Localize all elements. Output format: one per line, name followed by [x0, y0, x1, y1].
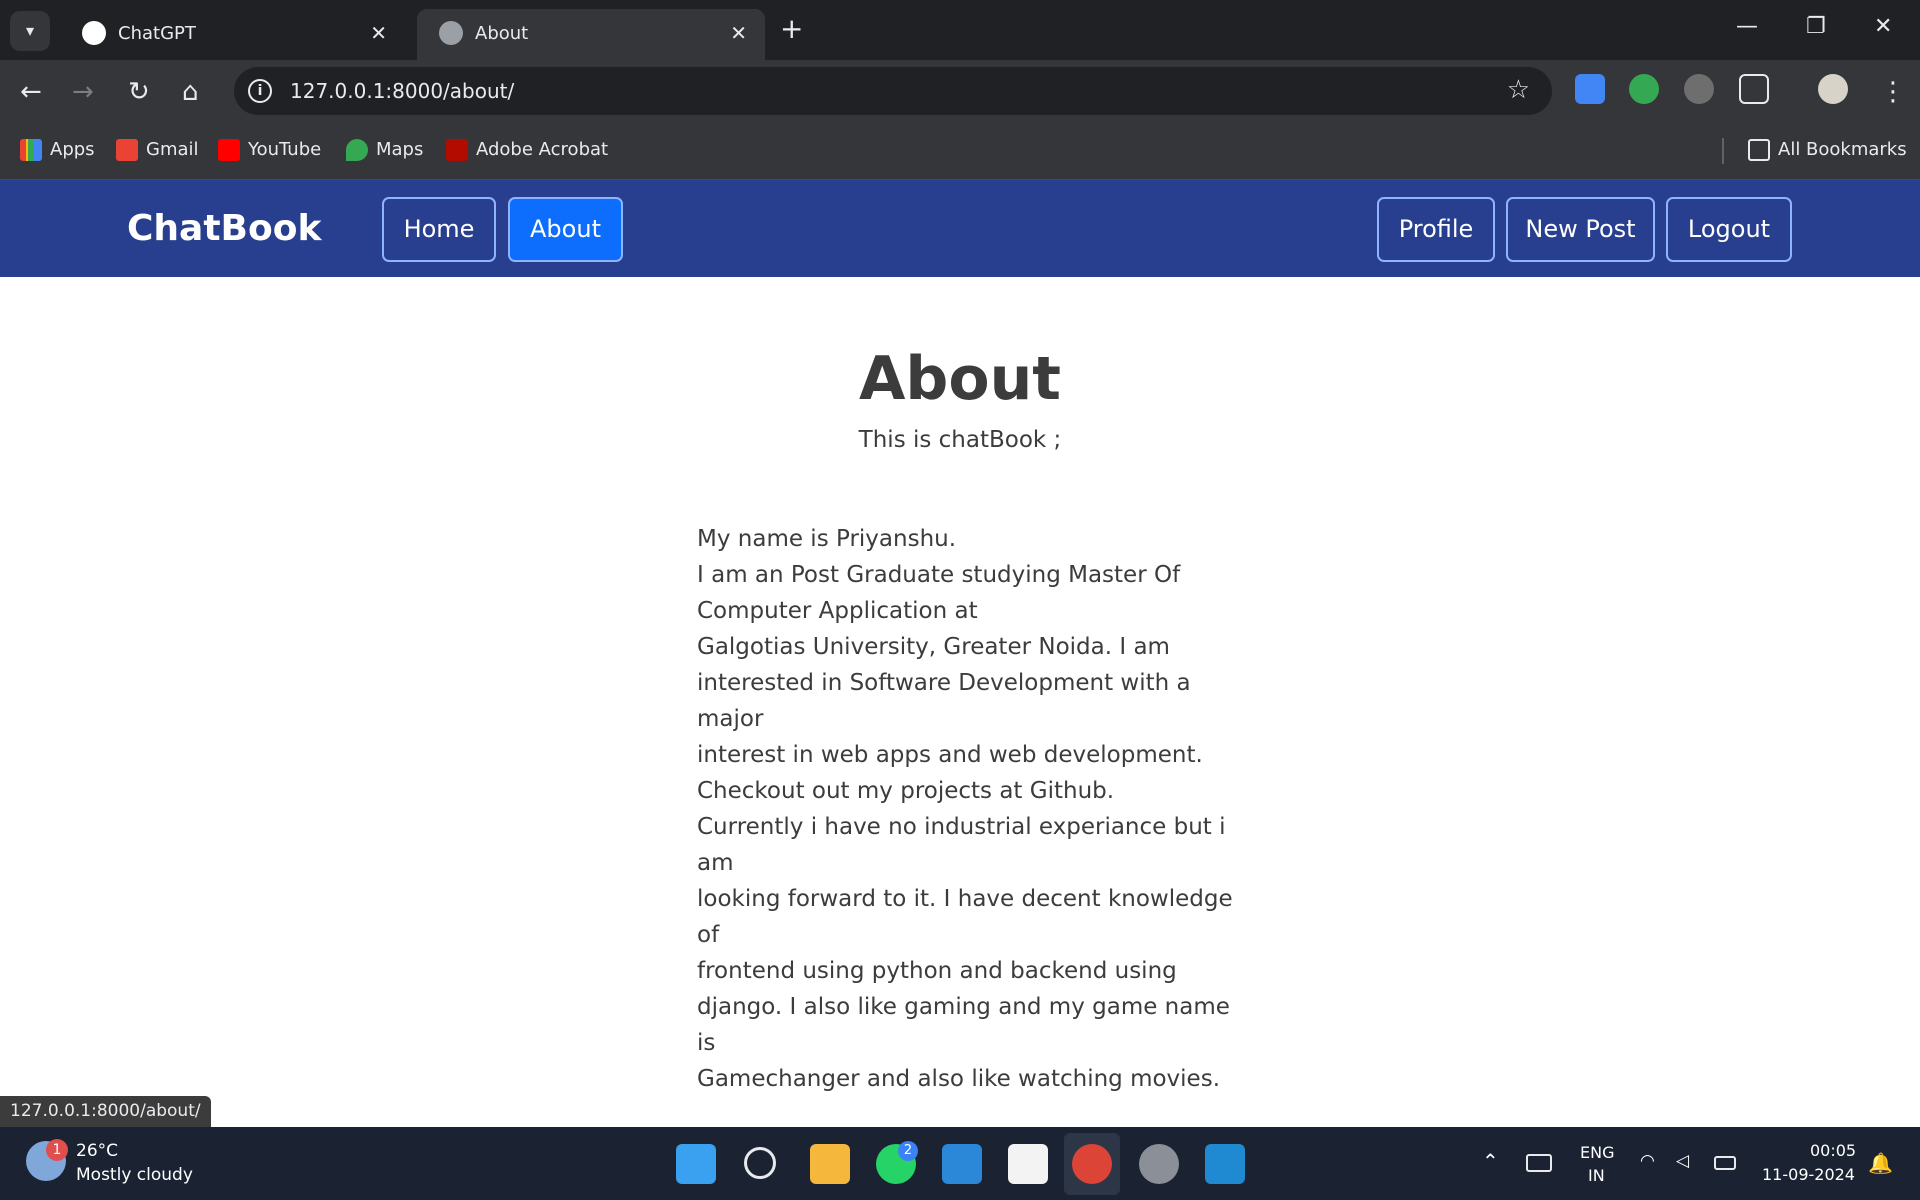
all-bookmarks-label: All Bookmarks — [1778, 139, 1907, 160]
address-bar[interactable]: i 127.0.0.1:8000/about/ ☆ — [234, 67, 1552, 115]
profile-avatar[interactable] — [1818, 74, 1848, 104]
file-explorer-icon[interactable] — [810, 1144, 850, 1184]
wifi-icon[interactable]: ◠ — [1640, 1151, 1655, 1171]
status-url-tooltip: 127.0.0.1:8000/about/ — [0, 1096, 211, 1127]
bookmark-label: Apps — [50, 139, 95, 160]
language-top[interactable]: ENG — [1580, 1143, 1614, 1162]
paragraph-line: Currently i have no industrial experianc… — [697, 814, 1226, 876]
bookmark-apps[interactable]: Apps — [20, 139, 95, 161]
notification-bell-icon[interactable]: 🔔 — [1868, 1151, 1893, 1175]
windows-start-icon[interactable] — [676, 1144, 716, 1184]
forward-icon[interactable]: → — [72, 77, 94, 107]
bookmark-gmail[interactable]: Gmail — [116, 139, 199, 161]
microsoft-store-icon[interactable] — [1008, 1144, 1048, 1184]
weather-badge: 1 — [46, 1139, 68, 1161]
settings-gear-icon[interactable] — [1139, 1144, 1179, 1184]
paragraph-line: interested in Software Development with … — [697, 670, 1191, 732]
bookmark-star-icon[interactable]: ☆ — [1507, 75, 1530, 105]
app-navbar: ChatBook Home About Profile New Post Log… — [0, 180, 1920, 277]
browser-tab-strip: ▾ ChatGPT ✕ About ✕ + — ❐ ✕ — [0, 0, 1920, 60]
maps-pin-icon — [346, 139, 368, 161]
bookmark-label: Maps — [376, 139, 424, 160]
paragraph-line: Galgotias University, Greater Noida. I a… — [697, 634, 1170, 660]
windows-taskbar: 1 26°C Mostly cloudy 2 ⌃ ENG IN ◠ ◁ 00:0… — [0, 1127, 1920, 1200]
nav-logout-button[interactable]: Logout — [1666, 197, 1792, 262]
nav-home-button[interactable]: Home — [382, 197, 496, 262]
nav-about-button[interactable]: About — [508, 197, 623, 262]
about-paragraph-2: Currently i have no industrial experianc… — [697, 809, 1237, 1097]
clock-time[interactable]: 00:05 — [1810, 1141, 1856, 1160]
about-paragraph-1: My name is Priyanshu. I am an Post Gradu… — [697, 521, 1237, 809]
paragraph-line: My name is Priyanshu. — [697, 526, 957, 552]
minimize-icon[interactable]: — — [1736, 14, 1758, 39]
restore-icon[interactable]: ❐ — [1806, 14, 1826, 39]
bookmarks-divider — [1722, 138, 1724, 164]
chrome-icon[interactable] — [1072, 1144, 1112, 1184]
page-title: About — [858, 344, 1061, 414]
tab-close-icon[interactable]: ✕ — [730, 21, 747, 45]
clock-date[interactable]: 11-09-2024 — [1762, 1165, 1855, 1184]
language-bottom[interactable]: IN — [1588, 1166, 1605, 1185]
bookmark-youtube[interactable]: YouTube — [218, 139, 321, 161]
whatsapp-badge: 2 — [898, 1141, 918, 1161]
nav-new-post-button[interactable]: New Post — [1506, 197, 1655, 262]
bookmark-label: Gmail — [146, 139, 199, 160]
youtube-icon — [218, 139, 240, 161]
chatgpt-favicon-icon — [82, 21, 106, 45]
paragraph-line: Checkout out my projects at Github. — [697, 778, 1115, 804]
all-bookmarks-button[interactable]: All Bookmarks — [1748, 139, 1907, 161]
browser-toolbar: ← → ↻ ⌂ i 127.0.0.1:8000/about/ ☆ ⋮ — [0, 60, 1920, 122]
google-translate-icon[interactable] — [1575, 74, 1605, 104]
paragraph-line: I am an Post Graduate studying Master Of — [697, 562, 1181, 588]
reload-icon[interactable]: ↻ — [128, 77, 150, 107]
apps-grid-icon — [20, 139, 42, 161]
globe-favicon-icon — [439, 21, 463, 45]
brand-logo[interactable]: ChatBook — [127, 208, 321, 249]
search-icon[interactable] — [744, 1147, 776, 1179]
paragraph-line: interest in web apps and web development… — [697, 742, 1203, 768]
url-text: 127.0.0.1:8000/about/ — [290, 79, 515, 103]
back-icon[interactable]: ← — [20, 77, 42, 107]
weather-temp[interactable]: 26°C — [76, 1141, 118, 1161]
paragraph-line: looking forward to it. I have decent kno… — [697, 886, 1233, 948]
new-tab-button[interactable]: + — [780, 12, 803, 45]
bookmark-label: YouTube — [248, 139, 322, 160]
tab-search-button[interactable]: ▾ — [10, 11, 50, 51]
weather-desc[interactable]: Mostly cloudy — [76, 1165, 193, 1185]
home-icon[interactable]: ⌂ — [182, 77, 199, 107]
battery-icon[interactable] — [1714, 1156, 1736, 1170]
main-content: About This is chatBook ; My name is Priy… — [0, 277, 1920, 1127]
site-info-icon[interactable]: i — [248, 79, 272, 103]
gmail-icon — [116, 139, 138, 161]
tab-chatgpt[interactable]: ChatGPT ✕ — [60, 9, 405, 60]
tab-title: About — [475, 23, 529, 44]
window-close-icon[interactable]: ✕ — [1874, 14, 1892, 39]
nav-profile-button[interactable]: Profile — [1377, 197, 1495, 262]
add-extension-icon[interactable] — [1629, 74, 1659, 104]
extensions-puzzle-icon[interactable] — [1739, 74, 1769, 104]
paragraph-line: django. I also like gaming and my game n… — [697, 994, 1230, 1056]
paragraph-line: Gamechanger and also like watching movie… — [697, 1066, 1221, 1092]
bookmark-adobe-acrobat[interactable]: Adobe Acrobat — [446, 139, 608, 161]
adobe-acrobat-icon — [446, 139, 468, 161]
page-subtitle: This is chatBook ; — [858, 427, 1062, 453]
more-menu-icon[interactable]: ⋮ — [1880, 77, 1906, 107]
vscode-icon[interactable] — [1205, 1144, 1245, 1184]
paragraph-line: frontend using python and backend using — [697, 958, 1177, 984]
chevron-up-icon[interactable]: ⌃ — [1482, 1149, 1499, 1173]
bookmark-label: Adobe Acrobat — [476, 139, 609, 160]
paragraph-line: Computer Application at — [697, 598, 978, 624]
mail-icon[interactable] — [942, 1144, 982, 1184]
tab-close-icon[interactable]: ✕ — [370, 21, 387, 45]
extension-shield-icon[interactable] — [1684, 74, 1714, 104]
keyboard-icon[interactable] — [1526, 1154, 1552, 1172]
bookmark-maps[interactable]: Maps — [346, 139, 423, 161]
tab-title: ChatGPT — [118, 23, 196, 44]
tab-about[interactable]: About ✕ — [417, 9, 765, 60]
bookmarks-bar: Apps Gmail YouTube Maps Adobe Acrobat Al… — [0, 122, 1920, 180]
volume-icon[interactable]: ◁ — [1676, 1151, 1689, 1171]
folder-icon — [1748, 139, 1770, 161]
